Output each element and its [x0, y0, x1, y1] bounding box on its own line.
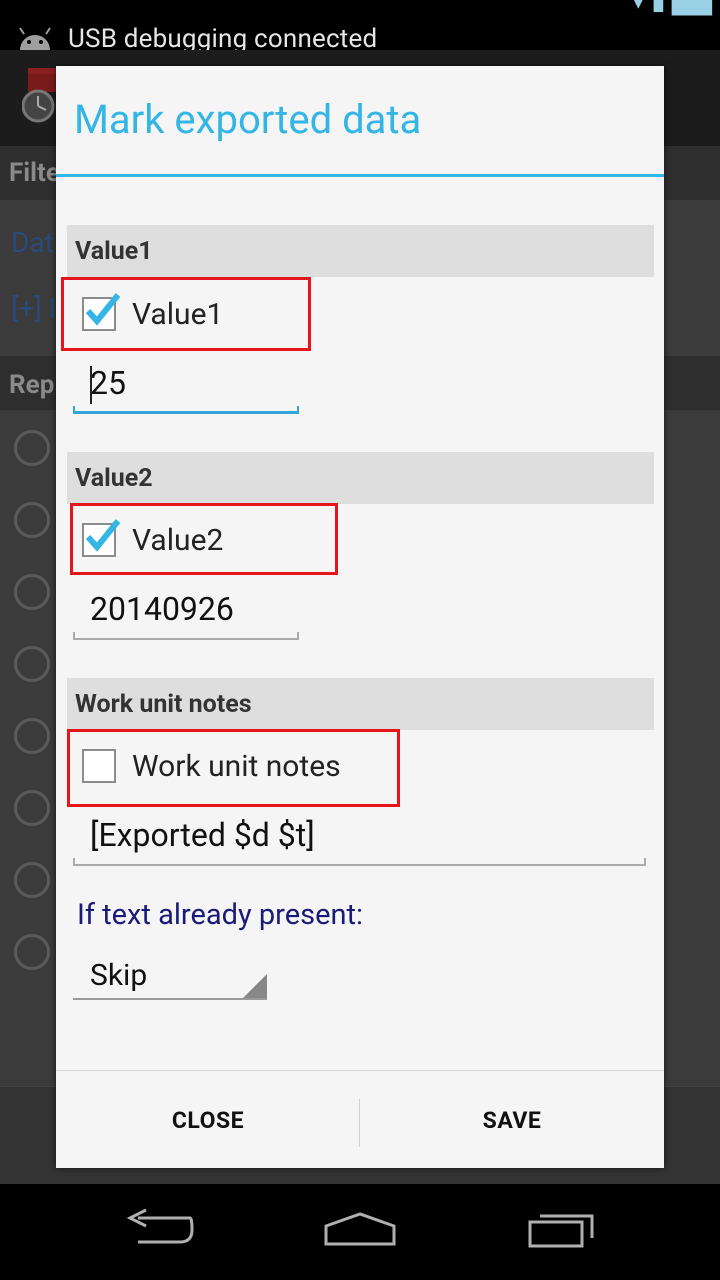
checkmark-icon: [85, 519, 121, 552]
checkmark-icon: [85, 293, 121, 326]
status-icons: ▾ ▮ ▆▆: [631, 0, 712, 16]
report-radio: [14, 934, 50, 970]
notes-template-input[interactable]: [Exported $d $t]: [73, 816, 646, 866]
report-radio: [14, 790, 50, 826]
value1-input[interactable]: 25: [73, 364, 299, 414]
dialog-button-bar: CLOSE SAVE: [56, 1070, 664, 1168]
report-radio: [14, 646, 50, 682]
text-present-label: If text already present:: [77, 898, 363, 932]
report-radio: [14, 862, 50, 898]
value1-checkbox-row[interactable]: Value1: [82, 289, 223, 339]
dialog-title: Mark exported data: [74, 96, 422, 143]
notes-checkbox-label: Work unit notes: [132, 748, 341, 784]
back-icon[interactable]: [124, 1208, 196, 1252]
report-radio: [14, 430, 50, 466]
spinner-selected-value: Skip: [90, 958, 148, 993]
value2-checkbox-label: Value2: [132, 522, 224, 558]
mark-exported-dialog: Mark exported data Value1 Value1 25 Valu…: [56, 66, 664, 1168]
section-header-value2: Value2: [67, 452, 654, 504]
navigation-bar: [0, 1184, 720, 1280]
notes-checkbox-row[interactable]: Work unit notes: [82, 741, 341, 791]
date-filter-link: Dat: [11, 226, 54, 259]
report-radio: [14, 502, 50, 538]
home-icon[interactable]: [322, 1208, 398, 1252]
value1-checkbox-label: Value1: [132, 296, 224, 332]
report-radio: [14, 718, 50, 754]
spinner-dropdown-icon: [243, 974, 267, 998]
save-button[interactable]: SAVE: [360, 1071, 664, 1169]
value2-input[interactable]: 20140926: [73, 590, 299, 640]
recent-apps-icon[interactable]: [526, 1208, 598, 1252]
add-filter-link: [+] I: [11, 292, 57, 325]
android-debug-icon: [19, 27, 51, 50]
status-bar: USB debugging connected ▾ ▮ ▆▆: [0, 0, 720, 50]
value1-checkbox[interactable]: [82, 293, 121, 331]
title-divider: [56, 174, 664, 177]
text-present-spinner[interactable]: Skip: [73, 954, 267, 1000]
report-radio: [14, 574, 50, 610]
close-button[interactable]: CLOSE: [56, 1071, 360, 1169]
value2-checkbox[interactable]: [82, 519, 121, 557]
text-cursor: [90, 366, 92, 404]
notes-checkbox[interactable]: [82, 749, 116, 783]
notification-text: USB debugging connected: [68, 24, 378, 50]
value2-checkbox-row[interactable]: Value2: [82, 515, 223, 565]
section-header-notes: Work unit notes: [67, 678, 654, 730]
section-header-value1: Value1: [67, 225, 654, 277]
